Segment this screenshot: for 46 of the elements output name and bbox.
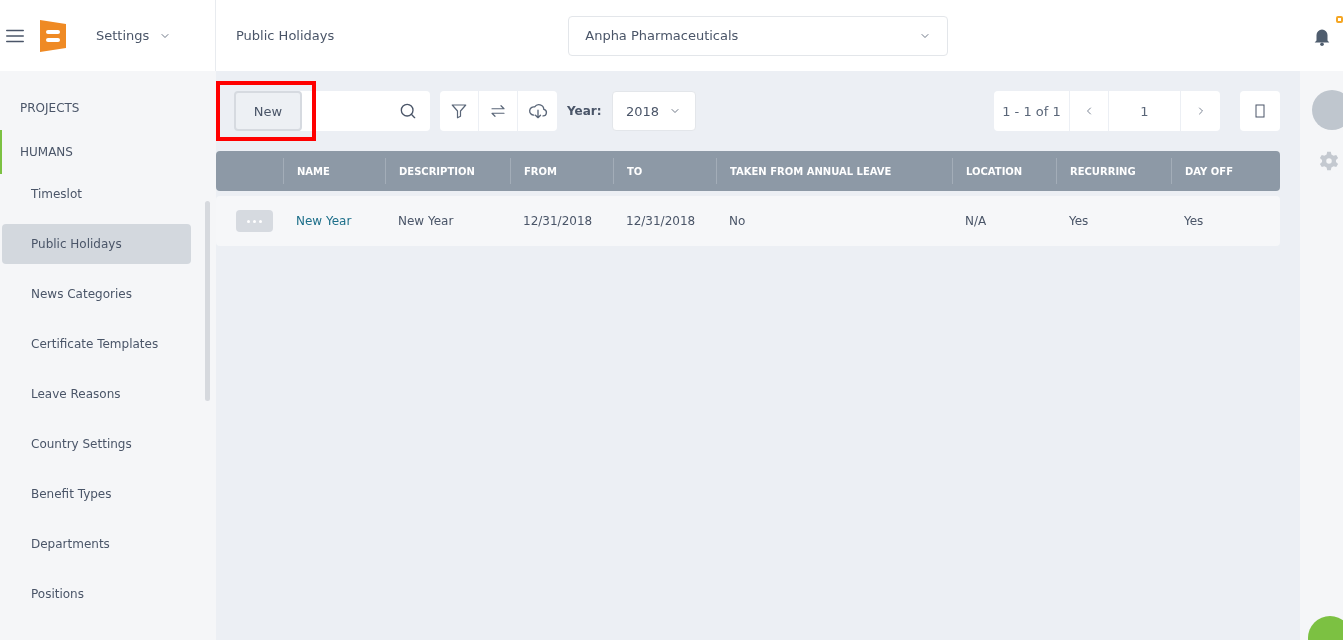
column-header: DAY OFF (1171, 158, 1280, 184)
avatar[interactable] (1311, 90, 1343, 130)
column-header: DESCRIPTION (385, 158, 510, 184)
column-header: RECURRING (1056, 158, 1171, 184)
table-cell-text: N/A (964, 214, 988, 228)
company-dropdown[interactable]: Anpha Pharmaceuticals (568, 15, 949, 56)
rectangle-icon (1255, 104, 1265, 118)
table-cell-text: New Year (397, 214, 455, 228)
sidebar-item[interactable]: Timeslot (2, 174, 191, 214)
new-button[interactable]: New (234, 91, 302, 131)
table-cell-text: Yes (1183, 214, 1205, 228)
cloud-download-icon (527, 101, 548, 121)
table-cell-text: 12/31/2018 (625, 214, 697, 228)
search-icon[interactable] (398, 101, 418, 121)
pagination-range: 1 - 1 of 1 (994, 91, 1070, 131)
sidebar-item[interactable]: Positions (2, 574, 191, 614)
table-cell-text: 12/31/2018 (522, 214, 594, 228)
table-cell-text: Yes (1068, 214, 1090, 228)
sidebar-item[interactable]: News Categories (2, 274, 191, 314)
view-toggle-button[interactable] (1240, 91, 1280, 131)
sidebar-section[interactable]: PROJECTS (0, 86, 205, 130)
sidebar-item[interactable]: Certificate Templates (2, 324, 191, 364)
filter-icon (450, 102, 468, 120)
column-header: FROM (510, 158, 613, 184)
sidebar-item[interactable]: Benefit Types (2, 474, 191, 514)
swap-arrows-icon (489, 102, 507, 120)
table-cell-text: No (728, 214, 747, 228)
sidebar-item[interactable]: Country Settings (2, 424, 191, 464)
logo-icon (38, 17, 68, 54)
page-title: Public Holidays (236, 28, 335, 43)
search-field[interactable] (300, 91, 430, 131)
sidebar-item[interactable]: Leave Reasons (2, 374, 191, 414)
column-header: TAKEN FROM ANNUAL LEAVE (716, 158, 952, 184)
page-number[interactable]: 1 (1109, 91, 1181, 131)
sidebar-item[interactable]: Departments (2, 524, 191, 564)
gear-icon[interactable] (1317, 150, 1340, 172)
holiday-link[interactable]: New Year (283, 214, 385, 228)
year-dropdown[interactable]: 2018 (611, 91, 696, 131)
row-actions-button[interactable] (236, 210, 273, 232)
sidebar-section[interactable]: HUMANS (0, 130, 205, 174)
column-header: TO (613, 158, 716, 184)
module-dropdown[interactable]: Settings (90, 27, 178, 44)
sidebar-item[interactable]: Public Holidays (2, 224, 191, 264)
column-header: NAME (283, 158, 385, 184)
column-header: LOCATION (952, 158, 1056, 184)
year-label: Year: (567, 104, 602, 118)
